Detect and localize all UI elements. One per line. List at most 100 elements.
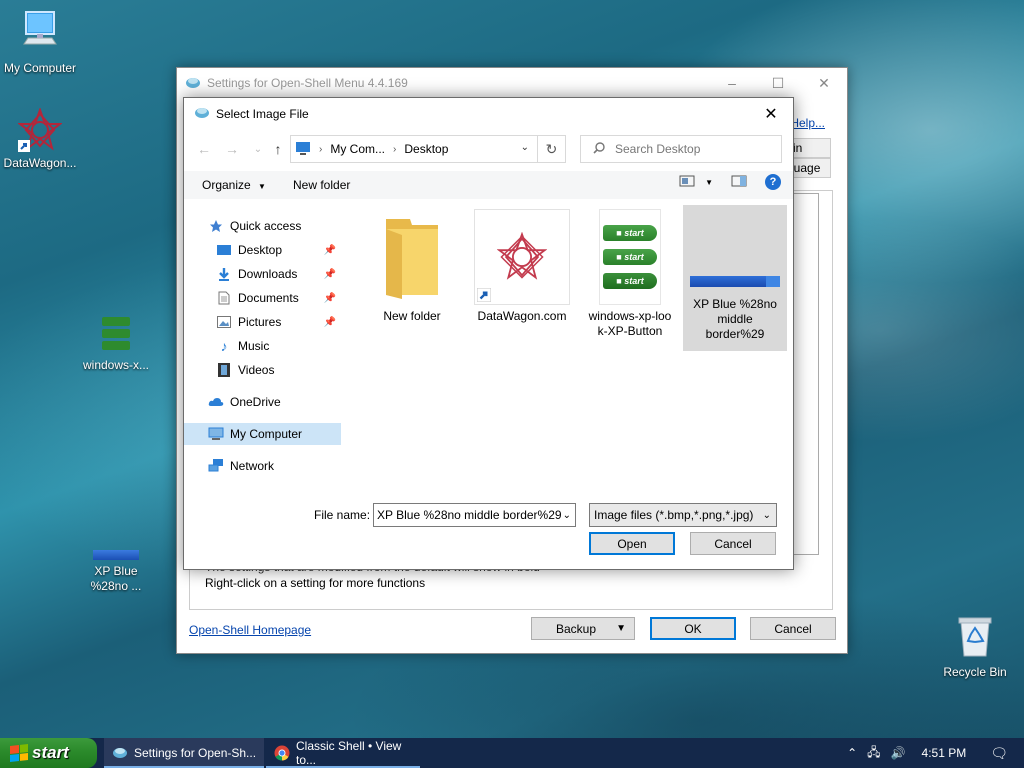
minimize-icon[interactable]: –	[709, 68, 755, 98]
star-icon	[208, 218, 224, 234]
file-type-value: Image files (*.bmp,*.png,*.jpg)	[594, 508, 754, 522]
nav-item-documents[interactable]: Documents 📌	[216, 287, 340, 309]
ok-label: OK	[684, 621, 702, 636]
nav-item-my-computer[interactable]: My Computer	[184, 423, 341, 445]
file-name-line: windows-xp-loo	[588, 309, 672, 323]
chevron-down-icon: ⌄	[762, 509, 771, 521]
nav-item-downloads[interactable]: Downloads 📌	[216, 263, 340, 285]
address-bar[interactable]: › My Com... › Desktop ⌄	[290, 135, 538, 163]
desktop-folder-icon	[216, 242, 232, 258]
close-icon[interactable]: ✕	[801, 68, 847, 98]
up-arrow-icon[interactable]: ↑	[266, 137, 290, 161]
desktop-icon-windows-xp[interactable]: windows-x...	[76, 312, 156, 373]
navigation-row: ← → ⌄ ↑ › My Com... › Desktop ⌄ ↻ Search…	[184, 133, 793, 165]
file-name-input[interactable]: XP Blue %28no middle border%29 ⌄	[373, 503, 576, 527]
windows-logo-icon	[10, 744, 28, 762]
nav-item-desktop[interactable]: Desktop 📌	[216, 239, 340, 261]
help-link[interactable]: Help...	[790, 116, 825, 130]
taskbar: start Settings for Open-Sh... Classic Sh…	[0, 738, 1024, 768]
file-item-windows-xp-button[interactable]: ■ start ■ start ■ start windows-xp-loo k…	[578, 209, 682, 339]
file-item-datawagon[interactable]: DataWagon.com	[470, 209, 574, 324]
close-icon[interactable]: ✕	[749, 98, 793, 129]
chevron-right-icon: ›	[319, 143, 323, 155]
network-icon[interactable]: 🖧	[867, 743, 880, 764]
nav-label: Downloads	[238, 267, 298, 281]
chevron-right-icon: ›	[393, 143, 397, 155]
cloud-icon	[208, 394, 224, 410]
nav-label: Videos	[238, 363, 275, 377]
preview-pane-icon[interactable]	[731, 175, 747, 190]
dialog-cancel-button[interactable]: Cancel	[690, 532, 776, 555]
settings-cancel-button[interactable]: Cancel	[750, 617, 836, 640]
chevron-down-icon[interactable]: ⌄	[521, 142, 529, 153]
desktop-icon-datawagon[interactable]: DataWagon...	[0, 107, 80, 171]
volume-icon[interactable]: 🔊	[891, 746, 906, 760]
desktop-icon-my-computer[interactable]: My Computer	[0, 10, 80, 76]
chevron-down-icon[interactable]: ⌄	[563, 510, 571, 521]
forward-arrow-icon[interactable]: →	[220, 137, 244, 161]
chevron-up-icon[interactable]: ⌃	[847, 746, 857, 760]
dropdown-arrow-icon: ▼	[616, 623, 626, 634]
pin-icon[interactable]: 📌	[324, 293, 336, 304]
computer-icon	[295, 141, 311, 158]
computer-icon	[208, 426, 224, 442]
desktop-icon-label: %28no ...	[90, 579, 142, 593]
clock[interactable]: 4:51 PM	[922, 746, 967, 760]
desktop-icon-label: Recycle Bin	[943, 665, 1007, 679]
open-button[interactable]: Open	[589, 532, 675, 555]
file-item-new-folder[interactable]: New folder	[360, 209, 464, 324]
help-icon[interactable]: ?	[765, 174, 781, 190]
pin-icon[interactable]: 📌	[324, 269, 336, 280]
nav-item-onedrive[interactable]: OneDrive	[208, 391, 338, 413]
desktop-icon-recycle-bin[interactable]: Recycle Bin	[935, 614, 1015, 680]
organize-button[interactable]: Organize ▼	[202, 178, 266, 192]
nav-label: Network	[230, 459, 275, 473]
dialog-titlebar[interactable]: Select Image File	[184, 98, 793, 129]
network-icon	[208, 458, 224, 474]
new-folder-button[interactable]: New folder	[293, 178, 350, 192]
image-file-icon	[93, 550, 139, 560]
chrome-icon	[274, 745, 290, 761]
task-browser[interactable]: Classic Shell • View to...	[266, 738, 420, 768]
task-settings[interactable]: Settings for Open-Sh...	[104, 738, 264, 768]
task-label: Classic Shell • View to...	[296, 739, 402, 767]
file-name-label: File name:	[314, 508, 371, 522]
computer-icon	[0, 10, 80, 57]
dropdown-arrow-icon: ▼	[258, 182, 266, 191]
search-placeholder: Search Desktop	[615, 142, 701, 156]
view-dropdown-arrow-icon[interactable]: ▼	[705, 178, 713, 187]
image-file-icon	[101, 312, 131, 354]
open-shell-icon	[194, 105, 210, 122]
image-thumbnail-icon	[683, 205, 787, 293]
desktop-icon-label: DataWagon...	[3, 156, 77, 170]
task-label: Settings for Open-Sh...	[134, 746, 257, 760]
backup-label: Backup	[556, 621, 597, 636]
back-arrow-icon[interactable]: ←	[192, 137, 216, 161]
breadcrumb-desktop[interactable]: Desktop	[404, 142, 448, 156]
nav-item-pictures[interactable]: Pictures 📌	[216, 311, 340, 333]
nav-item-music[interactable]: ♪ Music	[216, 335, 340, 357]
homepage-link[interactable]: Open-Shell Homepage	[189, 623, 311, 637]
desktop-icon-xp-blue[interactable]: XP Blue %28no ...	[76, 546, 156, 594]
ok-button[interactable]: OK	[650, 617, 736, 640]
right-click-hint: Right-click on a setting for more functi…	[205, 576, 426, 590]
pin-icon[interactable]: 📌	[324, 317, 336, 328]
nav-item-videos[interactable]: Videos	[216, 359, 340, 381]
file-name-line: k-XP-Button	[597, 324, 663, 338]
breadcrumb-my-computer[interactable]: My Com...	[330, 142, 385, 156]
backup-button[interactable]: Backup ▼	[531, 617, 635, 640]
refresh-icon[interactable]: ↻	[538, 135, 566, 163]
pin-icon[interactable]: 📌	[324, 245, 336, 256]
search-input[interactable]: Search Desktop	[580, 135, 782, 163]
notification-icon[interactable]: 🗨	[990, 745, 1008, 762]
file-name: DataWagon.com	[477, 309, 567, 323]
file-name-line: border%29	[705, 327, 765, 341]
start-button[interactable]: start	[0, 738, 97, 768]
change-view-icon[interactable]	[679, 175, 695, 190]
desktop-icon-label: My Computer	[3, 61, 77, 75]
file-item-xp-blue[interactable]: XP Blue %28no middle border%29	[683, 205, 787, 351]
nav-item-quick-access[interactable]: Quick access	[208, 215, 338, 237]
nav-item-network[interactable]: Network	[208, 455, 338, 477]
file-type-select[interactable]: Image files (*.bmp,*.png,*.jpg) ⌄	[589, 503, 777, 527]
maximize-icon[interactable]: ☐	[755, 68, 801, 98]
